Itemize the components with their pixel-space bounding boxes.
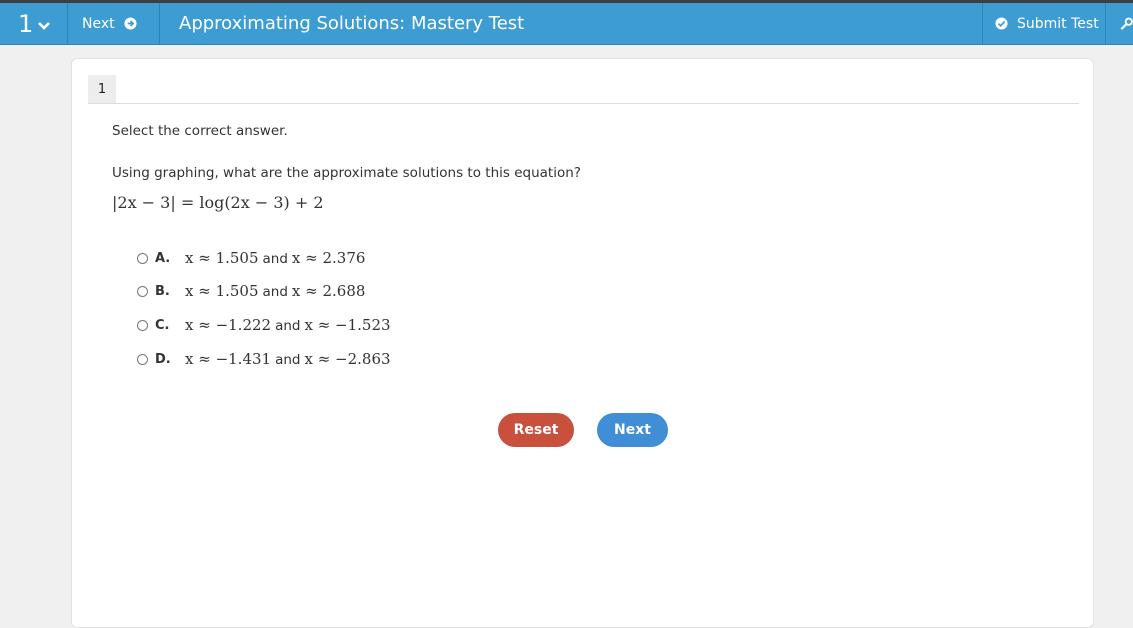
option-d-first: x ≈ −1.431	[185, 350, 272, 368]
option-a-radio[interactable]	[137, 252, 148, 264]
header-bar: 1 Next Approximating Solutions: Mastery …	[0, 3, 1133, 45]
option-b-letter: B.	[155, 283, 170, 299]
option-b-first: x ≈ 1.505	[185, 282, 259, 300]
option-c-and: and	[275, 318, 301, 334]
question-prompt: Using graphing, what are the approximate…	[112, 165, 581, 181]
question-card: 1 Select the correct answer. Using graph…	[71, 58, 1094, 628]
tools-button[interactable]	[1106, 3, 1133, 44]
instruction-text: Select the correct answer.	[112, 123, 288, 139]
reset-button[interactable]: Reset	[498, 413, 574, 447]
option-c-letter: C.	[155, 317, 170, 333]
option-c-first: x ≈ −1.222	[185, 316, 272, 334]
option-d-second: x ≈ −2.863	[304, 350, 391, 368]
question-tab: 1	[88, 75, 116, 104]
question-menu-button[interactable]: 1	[0, 3, 68, 44]
arrow-circle-right-icon	[124, 17, 137, 30]
question-number: 1	[18, 9, 34, 38]
option-b[interactable]: B. x ≈ 1.505 and x ≈ 2.688	[137, 280, 365, 302]
page-title: Approximating Solutions: Mastery Test	[179, 13, 525, 34]
header-next-button[interactable]: Next	[68, 3, 160, 44]
equation: |2x − 3| = log(2x − 3) + 2	[112, 193, 324, 212]
option-b-radio[interactable]	[137, 285, 148, 297]
check-circle-icon	[995, 17, 1008, 30]
option-a-and: and	[262, 251, 288, 267]
option-a[interactable]: A. x ≈ 1.505 and x ≈ 2.376	[137, 247, 365, 269]
wrench-icon	[1120, 17, 1133, 30]
option-d-radio[interactable]	[137, 353, 148, 365]
option-c-radio[interactable]	[137, 319, 148, 331]
option-a-letter: A.	[155, 250, 171, 266]
option-a-first: x ≈ 1.505	[185, 249, 259, 267]
option-c-second: x ≈ −1.523	[304, 316, 391, 334]
option-d[interactable]: D. x ≈ −1.431 and x ≈ −2.863	[137, 348, 391, 370]
submit-test-button[interactable]: Submit Test	[982, 3, 1106, 44]
option-a-second: x ≈ 2.376	[291, 249, 366, 267]
next-button[interactable]: Next	[597, 413, 668, 447]
option-c[interactable]: C. x ≈ −1.222 and x ≈ −1.523	[137, 314, 391, 336]
submit-test-label: Submit Test	[1017, 15, 1099, 32]
option-d-letter: D.	[155, 351, 171, 367]
option-d-and: and	[275, 352, 301, 368]
option-b-and: and	[262, 284, 288, 300]
divider	[88, 103, 1079, 104]
header-next-label: Next	[82, 15, 115, 32]
chevron-down-icon	[38, 21, 51, 30]
option-b-second: x ≈ 2.688	[291, 282, 366, 300]
